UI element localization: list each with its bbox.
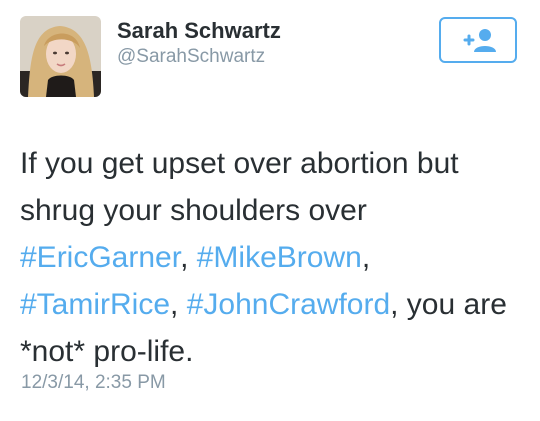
hashtag-link[interactable]: #MikeBrown — [197, 241, 362, 274]
author-name[interactable]: Sarah Schwartz — [117, 18, 281, 44]
hashtag-link[interactable]: #TamirRice — [20, 288, 170, 321]
tweet-text-segment: If you get upset over abortion but shrug… — [20, 147, 459, 227]
tweet-card: Sarah Schwartz @SarahSchwartz If you get… — [0, 0, 540, 421]
timestamp[interactable]: 12/3/14, 2:35 PM — [21, 372, 166, 394]
profile-photo — [20, 16, 101, 97]
follow-button[interactable] — [439, 17, 517, 63]
hashtag-link[interactable]: #EricGarner — [20, 241, 180, 274]
tweet-text-segment: , — [361, 241, 371, 274]
avatar[interactable] — [20, 16, 101, 97]
add-user-icon — [463, 29, 496, 52]
author-handle[interactable]: @SarahSchwartz — [117, 46, 265, 68]
tweet-text: If you get upset over abortion but shrug… — [20, 140, 530, 375]
tweet-text-segment: , — [180, 241, 197, 274]
tweet-text-segment: , — [170, 288, 187, 321]
hashtag-link[interactable]: #JohnCrawford — [187, 288, 390, 321]
